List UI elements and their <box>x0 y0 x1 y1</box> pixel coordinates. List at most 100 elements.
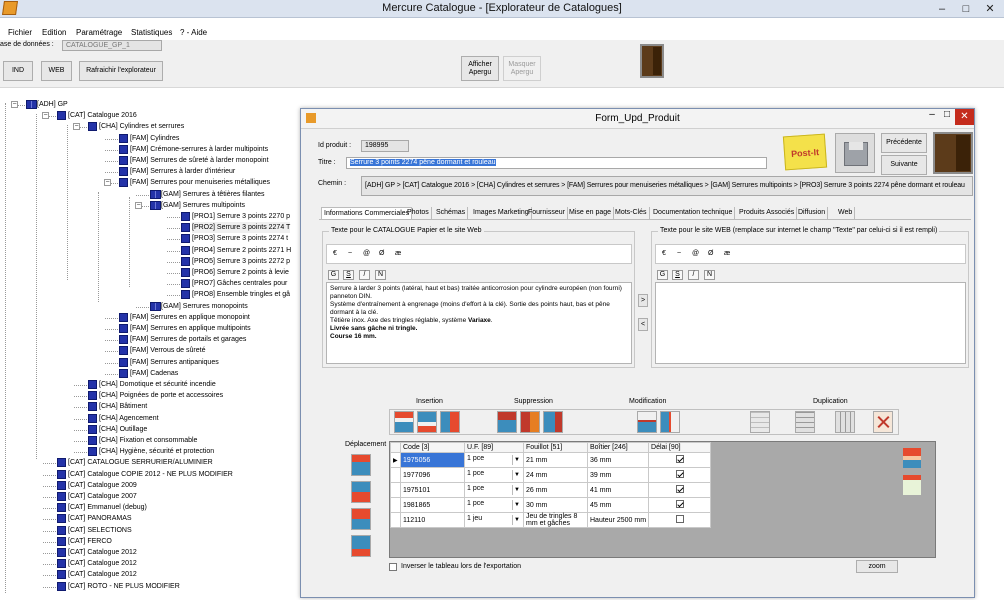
tab-sch-mas[interactable]: Schémas <box>434 207 469 219</box>
row-selector[interactable]: ▶ <box>390 452 401 468</box>
tree-node[interactable]: [CAT] Catalogue 2012 <box>68 569 137 580</box>
web-text-editor[interactable] <box>655 282 966 364</box>
tab-images-marketing[interactable]: Images Marketing <box>471 207 532 219</box>
grid-header[interactable]: Boîtier [246] <box>586 442 650 453</box>
modify-column-icon[interactable] <box>660 411 680 433</box>
tab-mots-cl-s[interactable]: Mots-Clés <box>613 207 650 219</box>
tree-node[interactable]: [FAM] Verrous de sûreté <box>130 345 205 356</box>
tree-node[interactable]: [FAM] Serrures antipaniques <box>130 357 219 368</box>
tree-node[interactable]: [FAM] Serrures pour menuiseries métalliq… <box>130 177 270 188</box>
cell-uf[interactable]: 1 pce ▼ <box>464 467 524 483</box>
tree-node[interactable]: [CHA] Bâtiment <box>99 401 147 412</box>
tree-collapse-icon[interactable]: − <box>73 123 80 131</box>
move-top-icon[interactable] <box>351 454 371 476</box>
maximize-icon[interactable]: □ <box>954 0 978 18</box>
tab-mise-en-page[interactable]: Mise en page <box>567 207 615 219</box>
cell-uf[interactable]: 1 jeu ▼ <box>464 512 524 528</box>
cell-delai[interactable] <box>648 497 712 513</box>
cell-delai[interactable] <box>648 452 712 468</box>
tree-node[interactable]: [GAM] Serrures à têtières filantes <box>161 189 264 200</box>
next-button[interactable]: Suivante <box>881 155 927 175</box>
tree-node[interactable]: [CAT] Catalogue 2007 <box>68 491 137 502</box>
menu-edition[interactable]: Edition <box>42 28 66 37</box>
tree-node[interactable]: [CAT] Catalogue 2012 <box>68 547 137 558</box>
cell-fouillot[interactable]: Jeu de tringles 8 mm et gâches <box>523 512 588 528</box>
cell-delai[interactable] <box>648 512 712 528</box>
insert-row-below-icon[interactable] <box>417 411 437 433</box>
cell-fouillot[interactable]: 26 mm <box>523 482 588 498</box>
normal-button[interactable]: N <box>375 270 386 280</box>
tree-node[interactable]: [CAT] Emmanuel (debug) <box>68 502 147 513</box>
tree-node[interactable]: [PRO6] Serrure 2 points à levie <box>192 267 289 278</box>
web-bold-button[interactable]: G <box>657 270 668 280</box>
tree-node[interactable]: [CHA] Outillage <box>99 424 147 435</box>
dropdown-arrow-icon[interactable]: ▼ <box>512 500 521 510</box>
invert-checkbox[interactable] <box>389 563 397 571</box>
delai-checkbox[interactable] <box>675 500 684 508</box>
web-italic-button[interactable]: / <box>688 270 699 280</box>
char-ae[interactable]: æ <box>395 250 401 257</box>
tree-node[interactable]: [CAT] Catalogue 2016 <box>68 110 137 121</box>
tree-node[interactable]: [FAM] Cadenas <box>130 368 178 379</box>
cell-uf[interactable]: 1 pce ▼ <box>464 452 524 468</box>
menu-parametrage[interactable]: Paramétrage <box>76 28 122 37</box>
tree-node[interactable]: [FAM] Serrures en applique multipoints <box>130 323 251 334</box>
tree-node[interactable]: [PRO1] Serrure 3 points 2270 p <box>192 211 290 222</box>
tree-node[interactable]: [PRO5] Serrure 3 points 2272 p <box>192 256 290 267</box>
dropdown-arrow-icon[interactable]: ▼ <box>512 455 521 465</box>
tree-node[interactable]: [CHA] Agencement <box>99 413 159 424</box>
modify-row-icon[interactable] <box>637 411 657 433</box>
insert-column-icon[interactable] <box>440 411 460 433</box>
copy-right-button[interactable]: > <box>638 294 648 307</box>
web-char-euro[interactable]: € <box>662 250 666 257</box>
minimize-icon[interactable]: – <box>930 0 954 18</box>
menu-aide[interactable]: ? - Aide <box>180 28 207 37</box>
tree-node[interactable]: [FAM] Serrures de sûreté à larder monopo… <box>130 155 269 166</box>
delete-column-icon[interactable] <box>543 411 563 433</box>
ind-button[interactable]: IND <box>3 61 33 81</box>
delai-checkbox[interactable] <box>675 515 684 523</box>
grid-row[interactable]: 112110 1 jeu ▼ Jeu de tringles 8 mm et gâch… <box>390 512 712 528</box>
cell-uf[interactable]: 1 pce ▼ <box>464 497 524 513</box>
add-row-icon[interactable] <box>902 474 922 496</box>
web-char-at[interactable]: @ <box>692 250 699 257</box>
char-at[interactable]: @ <box>363 250 370 257</box>
tree-node[interactable]: [PRO3] Serrure 3 points 2274 t <box>192 233 288 244</box>
tree-node[interactable]: [PRO2] Serrure 3 points 2274 T <box>192 222 291 234</box>
web-button[interactable]: WEB <box>41 61 72 81</box>
tree-node[interactable]: [CHA] Poignées de porte et accessoires <box>99 390 223 401</box>
char-oslash[interactable]: Ø <box>379 250 384 257</box>
cell-code[interactable]: 1975101 <box>400 482 465 498</box>
delai-checkbox[interactable] <box>675 485 684 493</box>
grid-row[interactable]: ▶ 1975056 1 pce ▼ 21 mm 36 mm <box>390 452 712 468</box>
row-selector[interactable] <box>390 482 401 498</box>
char-euro[interactable]: € <box>333 250 337 257</box>
bold-button[interactable]: G <box>328 270 339 280</box>
tab-web[interactable]: Web <box>836 207 856 219</box>
cell-boitier[interactable]: 36 mm <box>586 452 650 468</box>
tree-node[interactable]: [FAM] Crémone-serrures à larder multipoi… <box>130 144 268 155</box>
grid-row[interactable]: 1981865 1 pce ▼ 30 mm 45 mm <box>390 497 712 513</box>
copy-left-button[interactable]: < <box>638 318 648 331</box>
web-char-tilde[interactable]: ~ <box>677 250 681 257</box>
tree-node[interactable]: [CHA] Hygiène, sécurité et protection <box>99 446 214 457</box>
tree-collapse-icon[interactable]: − <box>135 201 142 209</box>
italic-button[interactable]: / <box>359 270 370 280</box>
dropdown-arrow-icon[interactable]: ▼ <box>512 515 521 525</box>
add-column-icon[interactable] <box>902 447 922 469</box>
grid-header[interactable]: Délai [90] <box>648 442 712 453</box>
tree-node[interactable]: [CAT] ROTO - NE PLUS MODIFIER <box>68 581 180 592</box>
tree-node[interactable]: [PRO4] Serrure 2 points 2271 H <box>192 245 291 256</box>
form-minimize-icon[interactable]: – <box>924 109 940 125</box>
move-up-icon[interactable] <box>351 481 371 503</box>
row-selector[interactable] <box>390 497 401 513</box>
tree-node[interactable]: [CAT] Catalogue 2009 <box>68 480 137 491</box>
tree-node[interactable]: [CHA] Cylindres et serrures <box>99 121 184 132</box>
tree-node[interactable]: [CAT] SELECTIONS <box>68 525 132 536</box>
tree-node[interactable]: [GAM] Serrures monopoints <box>161 301 248 312</box>
dropdown-arrow-icon[interactable]: ▼ <box>512 470 521 480</box>
tree-node[interactable]: [FAM] Cylindres <box>130 133 179 144</box>
delete-row-icon[interactable] <box>497 411 517 433</box>
tree-node[interactable]: [PRO7] Gâches centrales pour <box>192 278 287 289</box>
move-down-icon[interactable] <box>351 508 371 530</box>
